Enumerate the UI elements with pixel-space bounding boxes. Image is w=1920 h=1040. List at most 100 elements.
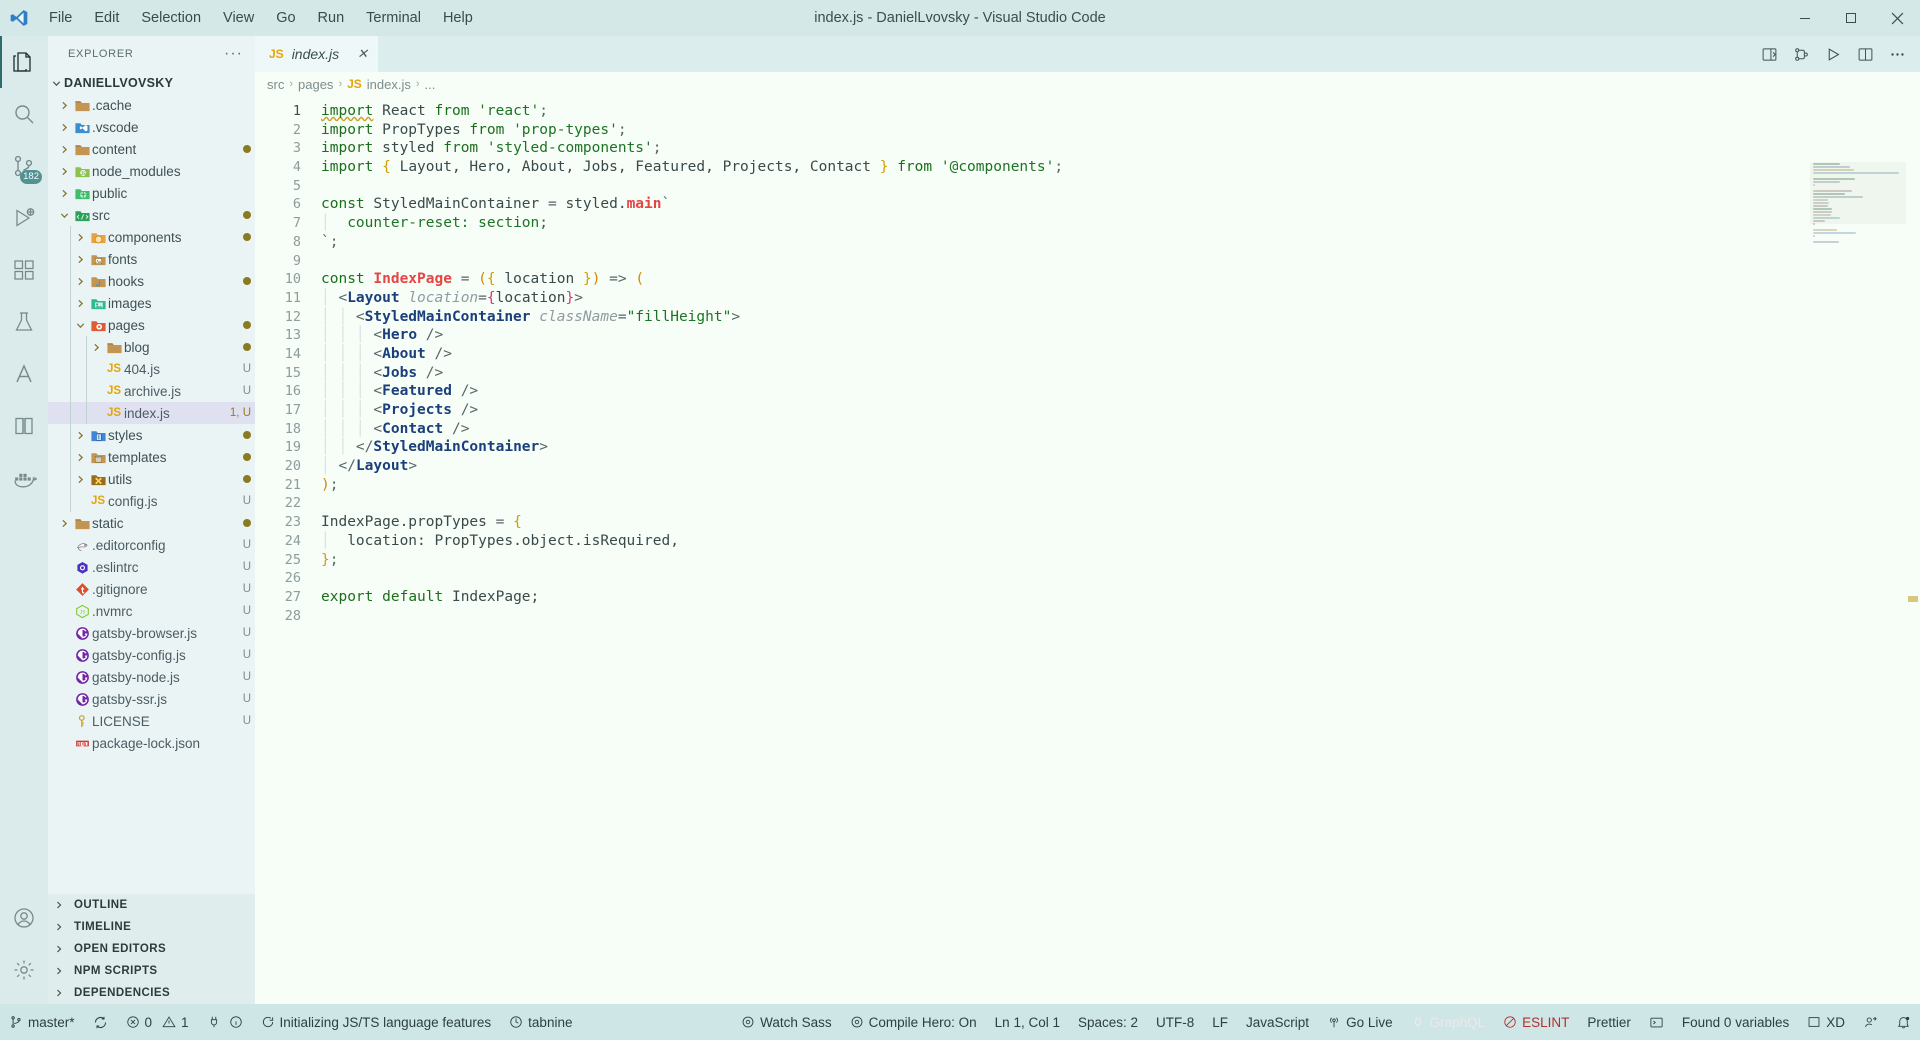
menu-item-selection[interactable]: Selection [130,0,212,36]
file-tree[interactable]: DANIELLVOVSKY .cache .vscode content JS node… [48,72,255,894]
code-line[interactable]: 13 │ │ │ <Hero /> [255,326,1920,345]
status-encoding[interactable]: UTF-8 [1147,1004,1203,1040]
status-branch[interactable]: master* [0,1004,84,1040]
status-eslint[interactable]: ESLINT [1494,1004,1578,1040]
chevron-right-icon[interactable] [72,232,88,243]
code-line[interactable]: 5 [255,177,1920,196]
minimap[interactable] [1810,162,1906,243]
section-dependencies[interactable]: DEPENDENCIES [48,982,255,1004]
tree-item-config-js[interactable]: JS config.js U [48,490,255,512]
status-xd[interactable]: XD [1798,1004,1854,1040]
tree-item-vscode[interactable]: .vscode [48,116,255,138]
menu-item-go[interactable]: Go [265,0,306,36]
section-open-editors[interactable]: OPEN EDITORS [48,938,255,960]
play-icon[interactable] [1818,39,1848,69]
tree-item-gatsby-node-js[interactable]: gatsby-node.js U [48,666,255,688]
status-eol[interactable]: LF [1203,1004,1237,1040]
chevron-right-icon[interactable] [56,518,72,529]
tree-item-utils[interactable]: utils [48,468,255,490]
activity-font-preview[interactable] [0,348,48,400]
tree-item-gatsby-ssr-js[interactable]: gatsby-ssr.js U [48,688,255,710]
activity-accounts[interactable] [0,892,48,944]
chevron-right-icon[interactable] [56,144,72,155]
code-line[interactable]: 11 │ <Layout location={location}> [255,289,1920,308]
tree-item-components[interactable]: components [48,226,255,248]
tree-item-package-lock-json[interactable]: package-lock.json [48,732,255,754]
code-line[interactable]: 25}; [255,551,1920,570]
section-npm-scripts[interactable]: NPM SCRIPTS [48,960,255,982]
ellipsis-icon[interactable] [1882,39,1912,69]
code-line[interactable]: 1 import React from 'react'; [255,102,1920,121]
chevron-right-icon[interactable] [72,452,88,463]
breadcrumb-src[interactable]: src [267,77,284,92]
code-line[interactable]: 19 │ │ </StyledMainContainer> [255,438,1920,457]
activity-extensions[interactable] [0,244,48,296]
activity-testing[interactable] [0,296,48,348]
activity-run-debug[interactable] [0,192,48,244]
close-button[interactable] [1874,0,1920,36]
code-line[interactable]: 21); [255,476,1920,495]
code-line[interactable]: 24 │ location: PropTypes.object.isRequire… [255,532,1920,551]
code-line[interactable]: 6 const StyledMainContainer = styled.main… [255,195,1920,214]
code-line[interactable]: 27 export default IndexPage; [255,588,1920,607]
tree-item-styles[interactable]: styles [48,424,255,446]
code-line[interactable]: 26 [255,569,1920,588]
menu-item-help[interactable]: Help [432,0,484,36]
status-indentation[interactable]: Spaces: 2 [1069,1004,1147,1040]
menu-item-view[interactable]: View [212,0,265,36]
breadcrumb-pages[interactable]: pages [298,77,333,92]
chevron-right-icon[interactable] [88,342,104,353]
status-sync[interactable] [84,1004,117,1040]
status-variables[interactable]: Found 0 variables [1673,1004,1798,1040]
code-editor[interactable]: 1 import React from 'react'; 2 import PropT… [255,96,1920,1004]
tree-item-cache[interactable]: .cache [48,94,255,116]
section-timeline[interactable]: TIMELINE [48,916,255,938]
tree-item-static[interactable]: static [48,512,255,534]
chevron-down-icon[interactable] [72,320,88,331]
status-problems[interactable]: 0 1 [117,1004,198,1040]
close-icon[interactable]: ✕ [357,46,368,62]
tree-item-license[interactable]: LICENSE U [48,710,255,732]
code-line[interactable]: 12 │ │ <StyledMainContainer className="fi… [255,308,1920,327]
code-line[interactable]: 2 import PropTypes from 'prop-types'; [255,121,1920,140]
menu-item-edit[interactable]: Edit [83,0,130,36]
status-live-share[interactable] [1854,1004,1887,1040]
tree-item-404-js[interactable]: JS 404.js U [48,358,255,380]
chevron-right-icon[interactable] [56,122,72,133]
code-line[interactable]: 14 │ │ │ <About /> [255,345,1920,364]
code-line[interactable]: 22 [255,494,1920,513]
section-outline[interactable]: OUTLINE [48,894,255,916]
tree-item-gitignore[interactable]: .gitignore U [48,578,255,600]
activity-source-control[interactable]: 182 [0,140,48,192]
menu-item-run[interactable]: Run [307,0,356,36]
code-line[interactable]: 9 [255,252,1920,271]
code-line[interactable]: 20 │ </Layout> [255,457,1920,476]
code-line[interactable]: 18 │ │ │ <Contact /> [255,420,1920,439]
code-line[interactable]: 16 │ │ │ <Featured /> [255,382,1920,401]
tree-item-index-js[interactable]: JS index.js 1, U [48,402,255,424]
split-editor-right-icon[interactable] [1754,39,1784,69]
tree-item-gatsby-config-js[interactable]: gatsby-config.js U [48,644,255,666]
status-cursor-position[interactable]: Ln 1, Col 1 [986,1004,1069,1040]
minimize-button[interactable] [1782,0,1828,36]
tree-item-node-modules[interactable]: JS node_modules [48,160,255,182]
tree-item-archive-js[interactable]: JS archive.js U [48,380,255,402]
tree-item-gatsby-browser-js[interactable]: gatsby-browser.js U [48,622,255,644]
tree-item-templates[interactable]: templates [48,446,255,468]
chevron-right-icon[interactable] [72,474,88,485]
chevron-right-icon[interactable] [56,188,72,199]
code-line[interactable]: 3 import styled from 'styled-components'; [255,139,1920,158]
status-language-features[interactable]: Initializing JS/TS language features [252,1004,501,1040]
status-prettier[interactable]: Prettier [1578,1004,1640,1040]
tab-index-js[interactable]: JS index.js ✕ [255,36,379,72]
activity-docker[interactable] [0,452,48,504]
breadcrumb-index-js[interactable]: index.js [367,77,411,92]
breadcrumb-symbols[interactable]: ... [425,77,436,92]
menu-item-file[interactable]: File [38,0,83,36]
status-language-mode[interactable]: JavaScript [1237,1004,1318,1040]
chevron-right-icon[interactable] [72,276,88,287]
code-line[interactable]: 23 IndexPage.propTypes = { [255,513,1920,532]
activity-bookmarks[interactable] [0,400,48,452]
explorer-more-icon[interactable]: ··· [224,45,247,63]
tree-root-daniellvovsky[interactable]: DANIELLVOVSKY [48,72,255,94]
